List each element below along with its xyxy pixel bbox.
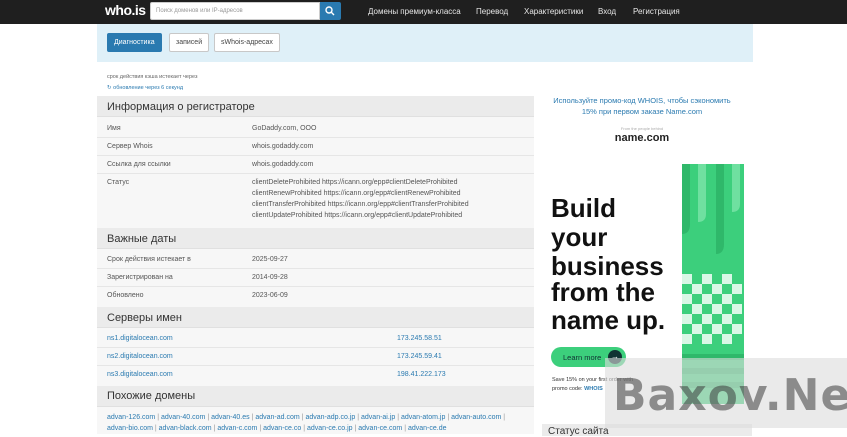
- status-label: Статус: [107, 179, 130, 186]
- nav-transfer[interactable]: Перевод: [476, 7, 508, 16]
- similar-domain-link[interactable]: advan-c.com: [217, 425, 257, 432]
- similar-domain-link[interactable]: advan-ad.com: [255, 414, 299, 421]
- similar-domain-link[interactable]: advan-ce.com: [358, 425, 402, 432]
- similar-domain-link[interactable]: advan-ce.de: [408, 425, 447, 432]
- tabs-band: Диагностика записей sWhois-адресах: [97, 24, 753, 62]
- site-status-title: Статус сайта: [548, 426, 609, 437]
- similar-domain-link[interactable]: advan-atom.jp: [401, 414, 445, 421]
- registered-value: 2014-09-28: [252, 274, 288, 281]
- watermark: Baxov.Net: [605, 358, 847, 428]
- ad-headline-1: Build: [551, 193, 616, 223]
- registered-label: Зарегистрирован на: [107, 274, 173, 281]
- tab-diagnostics[interactable]: Диагностика: [107, 33, 162, 52]
- status-value-3: clientTransferProhibited https://icann.o…: [252, 201, 469, 208]
- nameserver-3-ip[interactable]: 198.41.222.173: [397, 371, 446, 378]
- registrar-name-label: Имя: [107, 125, 121, 132]
- divider: [97, 268, 534, 269]
- promo-code: WHOIS: [584, 386, 603, 392]
- tab-whois-addresses[interactable]: sWhois-адресах: [214, 33, 280, 52]
- nameserver-1-link[interactable]: ns1.digitalocean.com: [107, 335, 173, 342]
- referral-value: whois.godaddy.com: [252, 161, 314, 168]
- similar-domain-link[interactable]: advan-adp.co.jp: [305, 414, 355, 421]
- dates-title: Важные даты: [107, 233, 177, 245]
- cache-refresh-link[interactable]: ↻ обновление через 6 секунд: [107, 85, 183, 91]
- similar-domain-link[interactable]: advan-ce.co.jp: [307, 425, 353, 432]
- nameserver-1-ip[interactable]: 173.245.58.51: [397, 335, 442, 342]
- nameserver-2-link[interactable]: ns2.digitalocean.com: [107, 353, 173, 360]
- save-offer-line-2: promo code: WHOIS: [552, 386, 603, 392]
- namecom-logo[interactable]: name.com: [542, 132, 742, 144]
- similar-domains-list: advan-126.com | advan-40.com | advan-40.…: [107, 414, 506, 432]
- referral-label: Ссылка для ссылки: [107, 161, 171, 168]
- cache-refresh-label: обновление через 6 секунд: [113, 85, 184, 91]
- similar-domain-link[interactable]: advan-bio.com: [107, 425, 153, 432]
- nav-register[interactable]: Регистрация: [633, 7, 680, 16]
- registrar-title: Информация о регистраторе: [107, 101, 255, 113]
- promo-line-1: Используйте промо-код WHOIS, чтобы сэкон…: [553, 96, 731, 105]
- nameserver-2-ip[interactable]: 173.245.59.41: [397, 353, 442, 360]
- promo-line-2: 15% при первом заказе Name.com: [581, 107, 703, 116]
- whois-server-label: Сервер Whois: [107, 143, 153, 150]
- nav-features[interactable]: Характеристики: [524, 7, 583, 16]
- nav-premium-domains[interactable]: Домены премиум-класса: [368, 7, 461, 16]
- site-logo[interactable]: who.is: [105, 2, 146, 18]
- divider: [97, 173, 534, 174]
- status-value-2: clientRenewProhibited https://icann.org/…: [252, 190, 461, 197]
- whois-main-panel: [97, 96, 534, 434]
- registrar-name-value: GoDaddy.com, OOO: [252, 125, 317, 132]
- divider: [97, 155, 534, 156]
- search-icon: [325, 6, 335, 16]
- divider: [97, 365, 534, 366]
- ad-headline-5: name up.: [551, 305, 666, 335]
- nameservers-title: Серверы имен: [107, 312, 182, 324]
- divider: [97, 137, 534, 138]
- ad-headline-4: from the: [551, 277, 655, 307]
- refresh-icon: ↻: [107, 85, 112, 91]
- whois-server-value: whois.godaddy.com: [252, 143, 314, 150]
- watermark-text: Baxov.Net: [613, 370, 847, 421]
- divider: [97, 347, 534, 348]
- similar-domain-link[interactable]: advan-black.com: [159, 425, 212, 432]
- nav-login[interactable]: Вход: [598, 7, 616, 16]
- similar-domain-link[interactable]: advan-auto.com: [451, 414, 501, 421]
- similar-domain-link[interactable]: advan-40.com: [161, 414, 205, 421]
- status-value-1: clientDeleteProhibited https://icann.org…: [252, 179, 458, 186]
- similar-domain-link[interactable]: advan-ai.jp: [361, 414, 395, 421]
- top-navbar: who.is Поиск доменов или IP-адресов Доме…: [0, 0, 847, 24]
- tab-records[interactable]: записей: [169, 33, 210, 52]
- cache-expire-note: срок действия кэша истекает через: [107, 74, 198, 80]
- expires-value: 2025-09-27: [252, 256, 288, 263]
- nameserver-3-link[interactable]: ns3.digitalocean.com: [107, 371, 173, 378]
- updated-value: 2023-06-09: [252, 292, 288, 299]
- similar-domain-link[interactable]: advan-40.es: [211, 414, 250, 421]
- expires-label: Срок действия истекает в: [107, 256, 191, 263]
- similar-domain-link[interactable]: advan-ce.co: [263, 425, 301, 432]
- status-value-4: clientUpdateProhibited https://icann.org…: [252, 212, 463, 219]
- similar-title: Похожие домены: [107, 390, 196, 402]
- promo-text[interactable]: Используйте промо-код WHOIS, чтобы сэкон…: [542, 95, 742, 117]
- promo-code-prefix: promo code:: [552, 386, 583, 392]
- search-button[interactable]: [320, 2, 341, 20]
- divider: [97, 286, 534, 287]
- search-input[interactable]: Поиск доменов или IP-адресов: [150, 2, 320, 20]
- learn-more-label: Learn more: [563, 353, 602, 362]
- updated-label: Обновлено: [107, 292, 144, 299]
- namecom-tagline: From the people behind: [620, 126, 664, 131]
- ad-headline-2: your: [551, 222, 608, 252]
- similar-domain-link[interactable]: advan-126.com: [107, 414, 155, 421]
